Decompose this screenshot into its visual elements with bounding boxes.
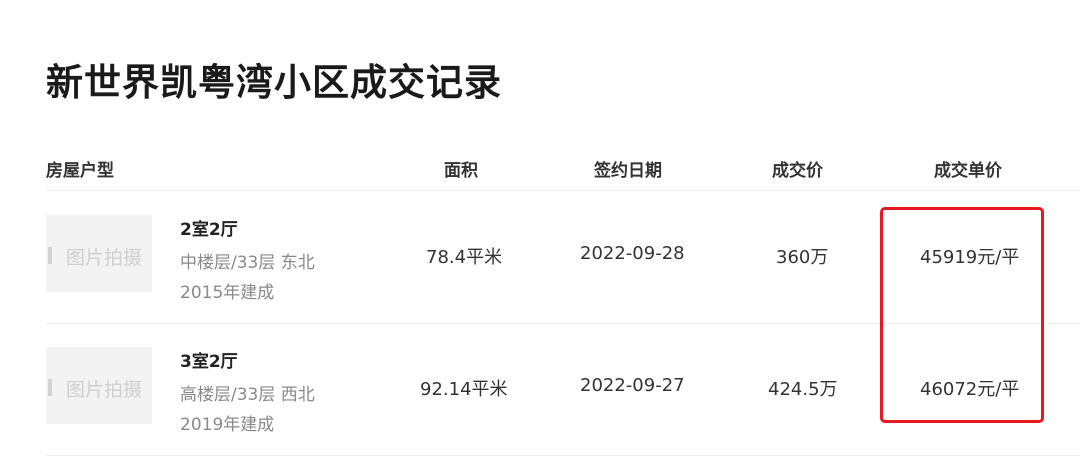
area-value: 78.4平米 bbox=[426, 247, 503, 268]
listing-thumbnail[interactable]: 图片拍摄 bbox=[46, 215, 152, 292]
sign-date: 2022-09-27 bbox=[580, 375, 685, 396]
header-area: 面积 bbox=[444, 161, 478, 181]
build-year: 2015年建成 bbox=[180, 283, 275, 303]
room-layout[interactable]: 2室2厅 bbox=[180, 215, 238, 240]
header-price: 成交价 bbox=[772, 161, 823, 181]
area-value: 92.14平米 bbox=[420, 379, 508, 400]
thumbnail-placeholder-text: 图片拍摄 bbox=[66, 247, 143, 269]
header-unit-price: 成交单价 bbox=[934, 161, 1002, 181]
image-placeholder-icon bbox=[48, 379, 52, 396]
table-header: 房屋户型 面积 签约日期 成交价 成交单价 bbox=[46, 140, 1080, 191]
floor-orientation: 中楼层/33层 东北 bbox=[180, 253, 315, 273]
unit-price-highlight-box bbox=[880, 207, 1044, 423]
build-year: 2019年建成 bbox=[180, 415, 275, 435]
page-title: 新世界凯粤湾小区成交记录 bbox=[46, 61, 502, 104]
sign-date: 2022-09-28 bbox=[580, 243, 685, 264]
header-date: 签约日期 bbox=[594, 161, 662, 181]
listing-thumbnail[interactable]: 图片拍摄 bbox=[46, 347, 152, 424]
deal-price: 360万 bbox=[776, 247, 829, 268]
image-placeholder-icon bbox=[48, 247, 52, 264]
floor-orientation: 高楼层/33层 西北 bbox=[180, 385, 315, 405]
header-layout: 房屋户型 bbox=[46, 161, 114, 181]
room-layout[interactable]: 3室2厅 bbox=[180, 347, 238, 372]
thumbnail-placeholder-text: 图片拍摄 bbox=[66, 379, 143, 401]
deal-price: 424.5万 bbox=[768, 379, 838, 400]
